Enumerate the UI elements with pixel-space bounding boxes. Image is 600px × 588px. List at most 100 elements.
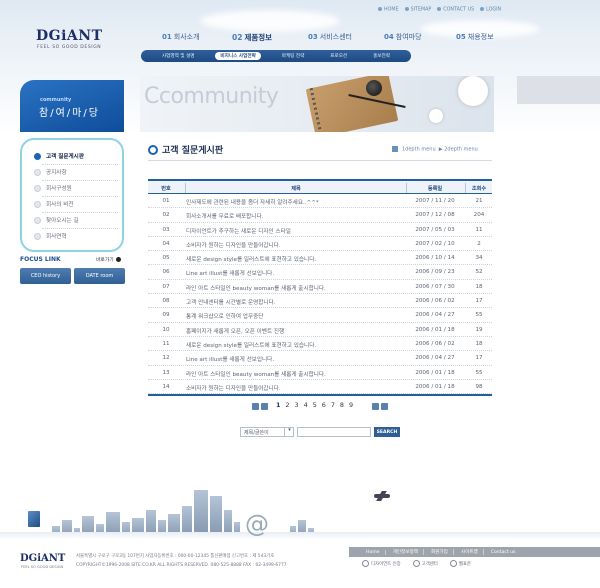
cloud-decoration xyxy=(200,10,340,32)
row-title-link[interactable]: 홈페이지가 새롭게 오픈, 오픈 이벤트 진행 xyxy=(186,327,284,335)
footer-link-home[interactable]: Home xyxy=(361,549,386,555)
footer-link-privacy[interactable]: 개인정보정책 xyxy=(388,549,424,555)
focus-link-title: FOCUS LINK xyxy=(20,256,61,263)
date-room-button[interactable]: DATE room xyxy=(74,268,125,284)
prev-page-button[interactable] xyxy=(261,402,268,410)
row-title-link[interactable]: 인사제도에 관련된 내용을 좀더 자세히 알려주세요..^^* xyxy=(186,198,319,206)
quick-link[interactable]: 바로가기 xyxy=(96,256,121,263)
page-number[interactable]: 1 xyxy=(276,401,280,409)
table-row[interactable]: 13 라인 아트 스타일인 beauty woman를 새롭게 출시합니다. 200… xyxy=(148,366,492,380)
page-number[interactable]: 6 xyxy=(322,401,326,409)
table-header: 번호 제목 등록일 조회수 xyxy=(148,179,492,194)
plant-circle-icon xyxy=(458,76,488,106)
footer-link-sitemap[interactable]: 사이트맵 xyxy=(456,549,484,555)
row-title-link[interactable]: 소비자가 원하는 디자인을 만들어갑니다. xyxy=(186,384,281,392)
header-title: 제목 xyxy=(291,186,301,192)
row-date: 2007 / 12 / 08 xyxy=(415,212,455,219)
footer-logo[interactable]: DGiANT xyxy=(20,553,65,564)
first-page-button[interactable] xyxy=(252,402,259,410)
row-number: 03 xyxy=(162,226,170,233)
footer-link-join[interactable]: 회원가입 xyxy=(426,549,454,555)
last-page-button[interactable] xyxy=(381,402,388,410)
table-row[interactable]: 03 디자이언트가 추구하는 새로운 디자인 스타일 2007 / 05 / 03 1… xyxy=(148,223,492,237)
table-row[interactable]: 06 Line art illust를 새롭게 선보입니다. 2006 / 09 /… xyxy=(148,265,492,280)
ceo-history-button[interactable]: CEO history xyxy=(20,268,71,284)
row-number: 11 xyxy=(162,340,170,347)
table-row[interactable]: 10 홈페이지가 새롭게 오픈, 오픈 이벤트 진행 2006 / 01 / 18 1… xyxy=(148,323,492,337)
table-row[interactable]: 09 통계 워크샵으로 인하여 업무중단 2006 / 04 / 27 55 xyxy=(148,308,492,323)
bullet-icon xyxy=(34,216,41,224)
submenu-item[interactable]: 홍보전략 xyxy=(368,52,395,60)
table-row[interactable]: 14 소비자가 원하는 디자인을 만들어갑니다. 2006 / 01 / 18 98 xyxy=(148,380,492,395)
lnb-item-vision[interactable]: 회사의 비전 xyxy=(34,200,74,208)
table-row[interactable]: 04 소비자가 원하는 디자인을 만들어갑니다. 2007 / 02 / 10 2 xyxy=(148,237,492,252)
row-title-link[interactable]: 통계 워크샵으로 인하여 업무중단 xyxy=(186,312,263,320)
row-date: 2006 / 10 / 14 xyxy=(415,255,455,262)
lnb-item-directions[interactable]: 찾아오시는 길 xyxy=(34,216,79,224)
submenu-item[interactable]: 마케팅 전략 xyxy=(277,52,310,60)
header-hits: 조회수 xyxy=(471,186,487,192)
search-button[interactable]: SEARCH xyxy=(374,427,400,437)
gnb-item-service[interactable]: 03 서비스센터 xyxy=(308,32,352,42)
monitor-icon xyxy=(28,511,40,527)
page-number[interactable]: 3 xyxy=(295,401,299,409)
util-sitemap-link[interactable]: SITEMAP xyxy=(404,7,431,13)
logo-tagline: FEEL SO GOOD DESIGN xyxy=(37,45,102,50)
table-row[interactable]: 08 고객 안내센터를 시간별로 운영합니다. 2006 / 06 / 02 17 xyxy=(148,294,492,309)
row-number: 04 xyxy=(162,240,170,247)
row-title-link[interactable]: 회사소개서를 무료로 배포합니다. xyxy=(186,212,263,220)
row-title-link[interactable]: 라인 아트 스타일인 beauty woman를 새롭게 출시합니다. xyxy=(186,284,326,292)
page-number[interactable]: 9 xyxy=(349,401,353,409)
lnb-item-notice[interactable]: 공지사항 xyxy=(34,168,67,176)
section-title-ko: 참/여/마/당 xyxy=(39,108,100,119)
chevron-down-icon[interactable]: ▾ xyxy=(284,427,294,437)
lnb-item-qna[interactable]: 고객 질문게시판 xyxy=(34,152,84,160)
gnb-item-recruit[interactable]: 05 채용정보 xyxy=(456,32,494,42)
left-navigation: 고객 질문게시판 공지사항 회사구성원 회사의 비전 찾아오시는 길 회사연혁 xyxy=(20,138,124,252)
gnb-item-company[interactable]: 01 회사소개 xyxy=(162,32,200,42)
table-row[interactable]: 11 새로운 design style를 일러스트에 표현하고 있습니다. 2006… xyxy=(148,337,492,352)
util-contact-link[interactable]: CONTACT US xyxy=(437,7,474,13)
row-title-link[interactable]: 디자이언트가 추구하는 새로운 디자인 스타일 xyxy=(186,227,291,235)
home-icon xyxy=(392,146,398,152)
table-row[interactable]: 05 새로운 design style를 일러스트에 표현하고 있습니다. 2006… xyxy=(148,251,492,266)
table-row[interactable]: 01 인사제도에 관련된 내용을 좀더 자세히 알려주세요..^^* 2007 / … xyxy=(148,194,492,209)
row-hits: 18 xyxy=(475,283,483,290)
row-title-link[interactable]: 새로운 design style를 일러스트에 표현하고 있습니다. xyxy=(186,255,316,263)
chevron-right-icon xyxy=(372,402,379,410)
gnb-item-products[interactable]: 02 제품정보 xyxy=(232,32,272,43)
page-number[interactable]: 5 xyxy=(313,401,317,409)
row-number: 08 xyxy=(162,298,170,305)
row-title-link[interactable]: Line art illust를 새롭게 선보입니다. xyxy=(186,269,274,277)
row-title-link[interactable]: 고객 안내센터를 시간별로 운영합니다. xyxy=(186,298,275,306)
notebook-icon xyxy=(305,76,399,132)
page-number[interactable]: 4 xyxy=(304,401,308,409)
table-row[interactable]: 02 회사소개서를 무료로 배포합니다. 2007 / 12 / 08 204 xyxy=(148,208,492,223)
footer-link-contact[interactable]: Contact us xyxy=(486,550,521,555)
lnb-item-history[interactable]: 회사연혁 xyxy=(34,232,67,240)
search-input[interactable] xyxy=(297,427,371,437)
row-title-link[interactable]: 라인 아트 스타일인 beauty woman를 새롭게 출시합니다. xyxy=(186,370,326,378)
submenu-item-active[interactable]: 비지니스 사업전략 xyxy=(215,52,261,60)
table-row[interactable]: 07 라인 아트 스타일인 beauty woman를 새롭게 출시합니다. 200… xyxy=(148,280,492,295)
inkpot-icon xyxy=(366,80,382,96)
row-title-link[interactable]: Line art illust를 새롭게 선보입니다. xyxy=(186,355,274,363)
page-number[interactable]: 2 xyxy=(285,401,289,409)
util-home-link[interactable]: HOME xyxy=(378,7,399,13)
table-body: 01 인사제도에 관련된 내용을 좀더 자세히 알려주세요..^^* 2007 / … xyxy=(148,194,492,395)
submenu-item[interactable]: 사업영역 및 설명 xyxy=(157,52,200,60)
next-page-button[interactable] xyxy=(372,402,379,410)
row-number: 07 xyxy=(162,283,170,290)
lnb-item-members[interactable]: 회사구성원 xyxy=(34,184,72,192)
page-number[interactable]: 7 xyxy=(331,401,335,409)
submenu-item[interactable]: 프로모션 xyxy=(325,52,352,60)
site-logo[interactable]: DGiANT xyxy=(36,28,103,44)
airplane-icon xyxy=(374,494,390,498)
gnb-item-community[interactable]: 04 참여마당 xyxy=(384,32,422,42)
table-row[interactable]: 12 Line art illust를 새롭게 선보입니다. 2006 / 04 /… xyxy=(148,351,492,366)
util-login-link[interactable]: LOGIN xyxy=(480,7,501,13)
page-number[interactable]: 8 xyxy=(340,401,344,409)
row-hits: 204 xyxy=(473,212,485,219)
row-title-link[interactable]: 소비자가 원하는 디자인을 만들어갑니다. xyxy=(186,241,281,249)
row-title-link[interactable]: 새로운 design style를 일러스트에 표현하고 있습니다. xyxy=(186,341,316,349)
